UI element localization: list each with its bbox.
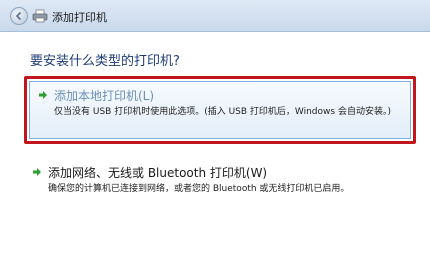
printer-icon <box>32 9 48 23</box>
option-highlight: 添加本地打印机(L) 仅当没有 USB 打印机时使用此选项。(插入 USB 打印… <box>29 81 411 139</box>
back-arrow-icon <box>15 11 22 21</box>
option-description: 确保您的计算机已连接到网络，或者您的 Bluetooth 或无线打印机已启用。 <box>48 184 350 194</box>
green-arrow-icon <box>33 168 41 176</box>
option-add-network-printer[interactable]: 添加网络、无线或 Bluetooth 打印机(W) 确保您的计算机已连接到网络，… <box>24 164 416 204</box>
back-button[interactable] <box>10 7 28 25</box>
green-arrow-icon <box>39 91 47 99</box>
option-description: 仅当没有 USB 打印机时使用此选项。(插入 USB 打印机后，Windows … <box>54 107 391 117</box>
option-add-local-printer[interactable]: 添加本地打印机(L) 仅当没有 USB 打印机时使用此选项。(插入 USB 打印… <box>24 76 416 144</box>
window-title: 添加打印机 <box>52 11 107 24</box>
option-title: 添加本地打印机(L) <box>54 89 155 103</box>
title-bar: 添加打印机 <box>0 0 430 32</box>
option-title: 添加网络、无线或 Bluetooth 打印机(W) <box>48 166 268 180</box>
page-heading: 要安装什么类型的打印机? <box>30 54 180 69</box>
